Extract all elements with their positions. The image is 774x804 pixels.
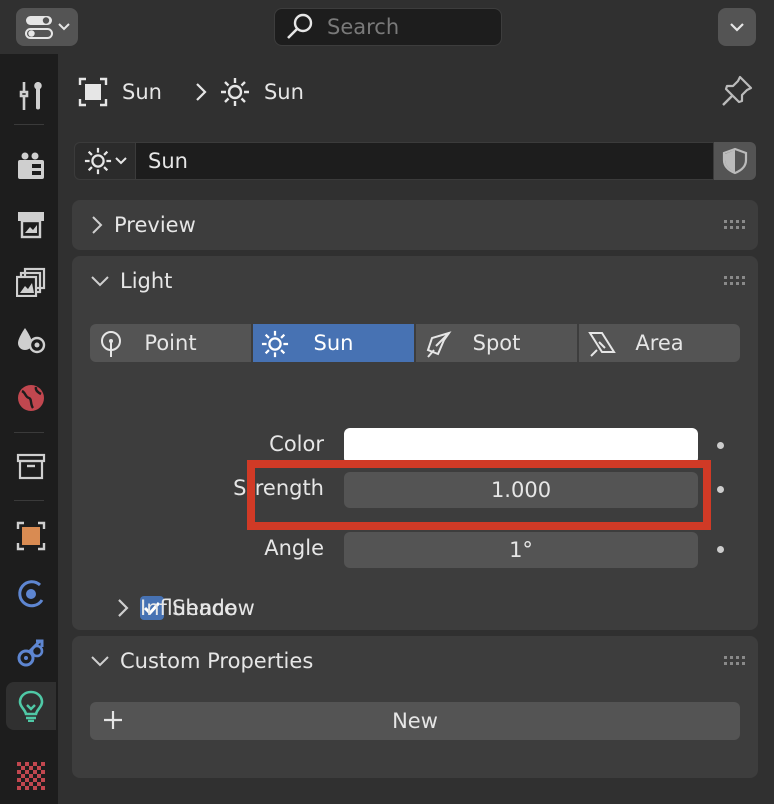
angle-keyframe-dot[interactable]: [717, 546, 724, 553]
chevron-down-icon: [114, 157, 127, 165]
light-type-sun[interactable]: Sun: [253, 324, 414, 362]
preview-panel-title: Preview: [114, 213, 196, 237]
strength-label: Strength: [233, 476, 324, 500]
editor-type-menu[interactable]: [16, 8, 78, 46]
light-type-area[interactable]: Area: [579, 324, 740, 362]
properties-header: [0, 0, 774, 54]
tab-render[interactable]: [6, 142, 56, 190]
breadcrumb: Sun Sun: [78, 74, 304, 110]
shield-icon: [722, 147, 748, 175]
tab-constraints[interactable]: [6, 628, 56, 676]
tab-tool[interactable]: [6, 72, 56, 120]
point-light-icon: [101, 331, 121, 357]
chevron-right-icon: [118, 599, 129, 617]
light-type-area-label: Area: [635, 331, 684, 355]
strength-keyframe-dot[interactable]: [717, 486, 724, 493]
preview-panel-header[interactable]: Preview: [72, 200, 758, 250]
pin-icon: [722, 75, 753, 106]
influence-subpanel-header[interactable]: Influence: [116, 596, 237, 620]
light-name-field[interactable]: Sun: [136, 142, 714, 180]
search-icon: [287, 13, 313, 39]
properties-tabs-sidebar: [0, 54, 58, 804]
tool-icon: [19, 82, 42, 110]
chevron-down-icon: [58, 23, 70, 31]
new-property-button[interactable]: New: [90, 702, 740, 740]
object-icon: [16, 521, 46, 551]
chevron-down-icon: [91, 276, 109, 287]
texture-icon: [17, 762, 45, 790]
custom-properties-panel: Custom Properties New: [72, 636, 758, 778]
light-panel-header[interactable]: Light: [72, 256, 758, 306]
chevron-right-icon: [92, 216, 103, 234]
light-type-sun-label: Sun: [313, 331, 354, 355]
drag-grip-icon[interactable]: [724, 656, 746, 666]
tab-collection[interactable]: [6, 442, 56, 490]
light-type-point-label: Point: [144, 331, 197, 355]
tab-texture[interactable]: [6, 752, 56, 800]
sun-icon: [84, 147, 111, 175]
physics-icon: [18, 580, 44, 608]
tab-physics[interactable]: [6, 570, 56, 618]
color-swatch[interactable]: [344, 428, 698, 464]
tab-scene[interactable]: [6, 316, 56, 364]
drag-grip-icon[interactable]: [724, 220, 746, 230]
chevron-down-icon: [730, 23, 744, 32]
sun-icon: [220, 78, 249, 106]
preview-panel: Preview: [72, 200, 758, 250]
browse-light-button[interactable]: [74, 142, 136, 180]
breadcrumb-object-name: Sun: [122, 80, 162, 104]
tab-light-data[interactable]: [6, 682, 56, 730]
collection-icon: [16, 453, 46, 480]
sun-light-icon: [261, 330, 289, 358]
object-icon: [78, 77, 108, 107]
color-keyframe-dot[interactable]: [717, 442, 724, 449]
pin-button[interactable]: [720, 74, 754, 112]
tab-view-layer[interactable]: [6, 258, 56, 306]
properties-editor-icon: [25, 16, 53, 39]
light-type-selector: Point Sun Spot Area: [90, 324, 740, 362]
color-label: Color: [269, 432, 324, 456]
constraints-icon: [17, 639, 44, 667]
light-type-spot[interactable]: Spot: [416, 324, 577, 362]
custom-properties-header[interactable]: Custom Properties: [72, 636, 758, 686]
angle-field[interactable]: 1°: [344, 532, 698, 568]
breadcrumb-data-name: Sun: [263, 80, 304, 104]
tab-world[interactable]: [6, 374, 56, 422]
options-dropdown-button[interactable]: [718, 8, 756, 46]
new-property-label: New: [392, 709, 438, 733]
tab-object[interactable]: [6, 512, 56, 560]
light-type-spot-label: Spot: [472, 331, 521, 355]
spot-light-icon: [426, 331, 452, 358]
light-datablock-selector: Sun: [74, 142, 756, 180]
tab-output[interactable]: [6, 200, 56, 248]
strength-field[interactable]: 1.000: [344, 472, 698, 508]
light-panel-title: Light: [120, 269, 173, 293]
fake-user-button[interactable]: [714, 142, 756, 180]
world-icon: [18, 385, 44, 411]
chevron-down-icon: [91, 656, 109, 667]
view-layer-icon: [16, 267, 46, 297]
search-input[interactable]: [325, 14, 489, 40]
chevron-right-icon: [196, 83, 207, 101]
scene-icon: [18, 328, 46, 354]
light-data-icon: [18, 690, 44, 722]
angle-label: Angle: [264, 536, 324, 560]
output-icon: [18, 212, 44, 239]
drag-grip-icon[interactable]: [724, 276, 746, 286]
plus-icon: [104, 711, 122, 729]
light-type-point[interactable]: Point: [90, 324, 251, 362]
search-box[interactable]: [274, 8, 502, 46]
area-light-icon: [588, 332, 616, 357]
light-panel: Light Point Sun Spot Area Color Strength…: [72, 256, 758, 630]
properties-main: Sun Sun Sun Preview Light Point Sun Spot…: [58, 54, 774, 804]
influence-label: Influence: [140, 596, 237, 620]
render-icon: [18, 152, 44, 179]
custom-properties-title: Custom Properties: [120, 649, 314, 673]
